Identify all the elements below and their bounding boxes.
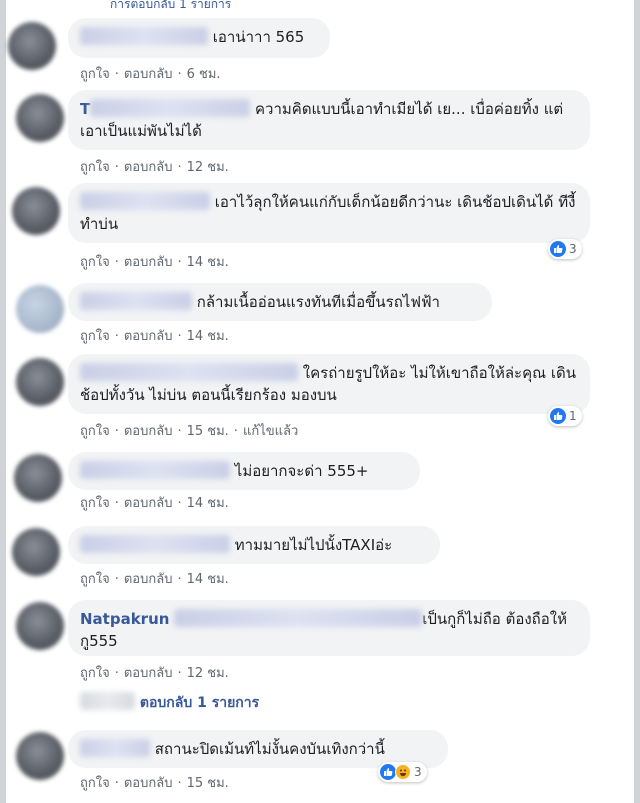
like-action[interactable]: ถูกใจ — [80, 496, 110, 511]
like-icon — [380, 764, 396, 780]
avatar[interactable] — [8, 22, 56, 70]
comment-text: ทามมายไม่ไปนั้งTAXIอ่ะ — [234, 536, 393, 554]
like-action[interactable]: ถูกใจ — [80, 776, 110, 791]
comment-actions: ถูกใจ · ตอบกลับ · 15 ชม. — [80, 776, 229, 791]
comment-bubble: ใครถ่ายรูปให้อะ ไม่ให้เขาถือให้ล่ะคุณ เด… — [68, 354, 590, 414]
frame-right-border — [634, 0, 640, 803]
timestamp[interactable]: 14 ชม. — [187, 329, 229, 344]
reaction-number: 3 — [569, 242, 577, 256]
comment-actions: ถูกใจ · ตอบกลับ · 6 ชม. — [80, 67, 221, 82]
reply-avatar-blurred — [80, 692, 135, 710]
comment-author-blurred[interactable] — [80, 27, 208, 45]
comment-text: กล้ามเนื้ออ่อนแรงทันทีเมื่อขึ้นรถไฟฟ้า — [196, 293, 440, 311]
comment-bubble: เอาน่าาา 565 — [68, 18, 330, 58]
reply-action[interactable]: ตอบกลับ — [124, 160, 173, 175]
reply-action[interactable]: ตอบกลับ — [124, 424, 173, 439]
reply-action[interactable]: ตอบกลับ — [124, 776, 173, 791]
comment-text: สถานะปิดเม้นท์ไม่งั้นคงบันเทิงกว่านี้ — [154, 740, 385, 758]
avatar[interactable] — [14, 454, 62, 502]
comment-author[interactable]: T — [80, 100, 90, 118]
comment-actions: ถูกใจ · ตอบกลับ · 14 ชม. — [80, 572, 229, 587]
timestamp[interactable]: 12 ชม. — [187, 160, 229, 175]
comment-author-blurred[interactable] — [80, 192, 210, 210]
like-action[interactable]: ถูกใจ — [80, 160, 110, 175]
comment-text: เอาน่าาา 565 — [212, 28, 305, 46]
comment-actions: ถูกใจ · ตอบกลับ · 15 ชม. · แก้ไขแล้ว — [80, 424, 299, 439]
like-action[interactable]: ถูกใจ — [80, 572, 110, 587]
avatar[interactable] — [16, 285, 64, 333]
timestamp[interactable]: 12 ชม. — [187, 666, 229, 681]
reply-action[interactable]: ตอบกลับ — [124, 666, 173, 681]
comment-author-blurred[interactable] — [80, 363, 298, 381]
reaction-count[interactable]: 1 — [548, 406, 582, 426]
timestamp[interactable]: 15 ชม. — [187, 424, 229, 439]
like-icon — [550, 408, 566, 424]
timestamp[interactable]: 14 ชม. — [187, 255, 229, 270]
reaction-number: 1 — [569, 409, 577, 423]
comment-bubble: กล้ามเนื้ออ่อนแรงทันทีเมื่อขึ้นรถไฟฟ้า — [68, 283, 492, 321]
like-icon — [550, 241, 566, 257]
comment-author-blurred[interactable] — [174, 609, 423, 627]
comment-actions: ถูกใจ · ตอบกลับ · 14 ชม. — [80, 496, 229, 511]
comment-author-blurred[interactable] — [80, 535, 230, 553]
view-replies-link[interactable]: ตอบกลับ 1 รายการ — [80, 692, 259, 714]
comment-text: ไม่อยากจะด่า 555+ — [234, 462, 369, 480]
reply-action[interactable]: ตอบกลับ — [124, 329, 173, 344]
timestamp[interactable]: 14 ชม. — [187, 496, 229, 511]
like-action[interactable]: ถูกใจ — [80, 424, 110, 439]
timestamp[interactable]: 14 ชม. — [187, 572, 229, 587]
reply-action[interactable]: ตอบกลับ — [124, 67, 173, 82]
timestamp[interactable]: 6 ชม. — [187, 67, 221, 82]
reply-action[interactable]: ตอบกลับ — [124, 496, 173, 511]
comment-author-blurred[interactable] — [90, 99, 251, 117]
comment-actions: ถูกใจ · ตอบกลับ · 14 ชม. — [80, 329, 229, 344]
like-action[interactable]: ถูกใจ — [80, 329, 110, 344]
comment-author-blurred[interactable] — [80, 292, 192, 310]
reply-count-text[interactable]: ตอบกลับ 1 รายการ — [140, 695, 259, 711]
comment-bubble: ทามมายไม่ไปนั้งTAXIอ่ะ — [68, 526, 440, 564]
edited-label[interactable]: แก้ไขแล้ว — [243, 424, 298, 439]
comment-actions: ถูกใจ · ตอบกลับ · 14 ชม. — [80, 255, 229, 270]
avatar[interactable] — [16, 732, 64, 780]
avatar[interactable] — [12, 528, 60, 576]
haha-icon — [395, 764, 411, 780]
like-action[interactable]: ถูกใจ — [80, 255, 110, 270]
previous-replies-link[interactable]: การตอบกลับ 1 รายการ — [110, 0, 330, 8]
like-action[interactable]: ถูกใจ — [80, 67, 110, 82]
comment-bubble: เอาไว้ลุกให้คนแก่กับเด็กน้อยดีกว่านะ เดิ… — [68, 183, 590, 243]
like-action[interactable]: ถูกใจ — [80, 666, 110, 681]
comment-author-blurred[interactable] — [80, 461, 230, 479]
reaction-number: 3 — [414, 765, 422, 779]
comment-bubble: Natpakrun เป็นกูก็ไม่ถือ ต้องถือให้กู555 — [68, 600, 590, 656]
comment-bubble: T ความคิดแบบนี้เอาทำเมียได้ เย... เบื่อค… — [68, 90, 590, 150]
comment-bubble: ไม่อยากจะด่า 555+ — [68, 452, 420, 490]
comment-author-blurred[interactable] — [80, 739, 150, 757]
reply-action[interactable]: ตอบกลับ — [124, 255, 173, 270]
reaction-count[interactable]: 3 — [378, 762, 427, 782]
comment-actions: ถูกใจ · ตอบกลับ · 12 ชม. — [80, 666, 229, 681]
reply-action[interactable]: ตอบกลับ — [124, 572, 173, 587]
frame-left-border — [0, 0, 6, 803]
avatar[interactable] — [16, 94, 64, 142]
avatar[interactable] — [16, 358, 64, 406]
reaction-count[interactable]: 3 — [548, 239, 582, 259]
avatar[interactable] — [16, 602, 64, 650]
avatar[interactable] — [12, 187, 60, 235]
timestamp[interactable]: 15 ชม. — [187, 776, 229, 791]
comment-author[interactable]: Natpakrun — [80, 610, 169, 628]
comment-actions: ถูกใจ · ตอบกลับ · 12 ชม. — [80, 160, 229, 175]
